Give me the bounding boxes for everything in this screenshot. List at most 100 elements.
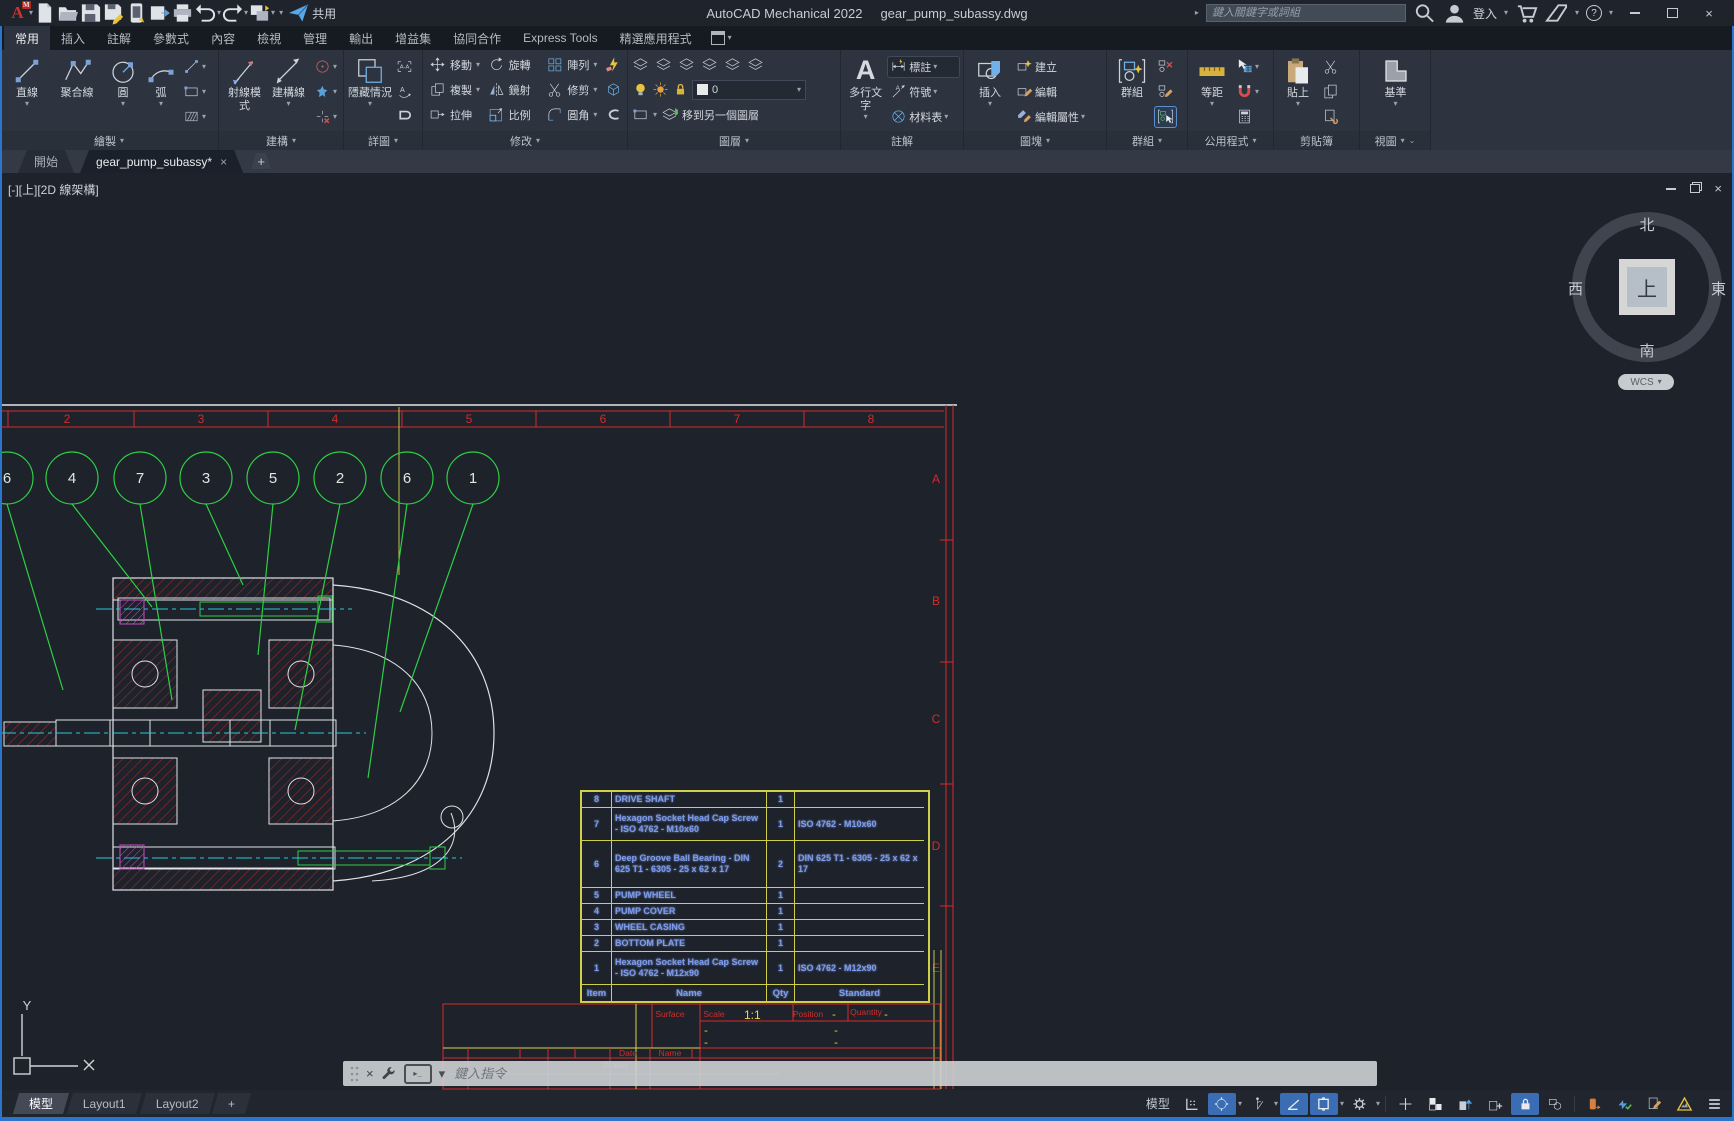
settings-caret[interactable]: ▾: [1376, 1100, 1380, 1108]
command-close-icon[interactable]: ×: [366, 1066, 374, 1081]
erase-construction-button[interactable]: ▾: [312, 107, 339, 127]
help-button[interactable]: ?: [1586, 5, 1602, 21]
group-selection-toggle[interactable]: [1155, 107, 1176, 127]
command-input[interactable]: [452, 1065, 1371, 1082]
ribbon-tab-express[interactable]: Express Tools: [512, 26, 608, 50]
paste-button[interactable]: 貼上▾: [1278, 52, 1318, 131]
insert-block-button[interactable]: 插入▾: [968, 52, 1012, 131]
qat-redo-button[interactable]: [221, 2, 244, 24]
mirror-button[interactable]: 鏡射: [486, 81, 545, 98]
bom-button[interactable]: 材料表▾: [888, 107, 959, 127]
signin-avatar[interactable]: [1443, 2, 1466, 24]
layer-on-bulb-icon[interactable]: [632, 81, 649, 98]
minimize-button[interactable]: [1620, 2, 1650, 24]
trim-button[interactable]: 修剪▾: [544, 81, 603, 98]
new-drawing-tab-button[interactable]: +: [251, 153, 271, 169]
layer-state-caret[interactable]: ▾: [653, 111, 657, 119]
move-to-layer-label[interactable]: 移到另一個圖層: [682, 107, 759, 123]
layout-tab-model[interactable]: 模型: [13, 1093, 69, 1114]
layer-isolate-icon[interactable]: [701, 56, 718, 73]
panel-detail-label[interactable]: 詳圖▾: [344, 131, 422, 150]
search-expand-arrow[interactable]: ▸: [1195, 9, 1199, 17]
viewcube-south[interactable]: 南: [1572, 340, 1722, 361]
layout-tab-layout2[interactable]: Layout2: [140, 1093, 215, 1114]
isodraft-toggle[interactable]: [1280, 1093, 1308, 1115]
base-view-button[interactable]: 基準▾: [1374, 52, 1418, 131]
qat-layout-switch-button[interactable]: [248, 2, 271, 24]
scale-button[interactable]: 比例: [486, 106, 545, 123]
qat-open-button[interactable]: [56, 2, 79, 24]
layout-tab-layout1[interactable]: Layout1: [67, 1093, 142, 1114]
group-button[interactable]: 群組: [1111, 52, 1153, 131]
table-row[interactable]: 4PUMP COVER1: [582, 904, 928, 920]
grid-display-toggle[interactable]: [1178, 1093, 1206, 1115]
layout-tab-add[interactable]: +: [212, 1093, 251, 1114]
share-label[interactable]: 共用: [312, 5, 336, 22]
table-row[interactable]: 8DRIVE SHAFT1: [582, 792, 928, 808]
edit-attributes-button[interactable]: 編輯屬性▾: [1014, 107, 1102, 127]
doc-minimize-button[interactable]: [1666, 188, 1676, 190]
group-edit-button[interactable]: [1155, 82, 1176, 102]
bom-table[interactable]: 8DRIVE SHAFT1 7Hexagon Socket Head Cap S…: [580, 790, 930, 1003]
dimension-button[interactable]: 標註▾: [888, 57, 959, 77]
table-row[interactable]: 6Deep Groove Ball Bearing - DIN 625 T1 -…: [582, 841, 928, 888]
panel-clipboard-label[interactable]: 剪貼簿: [1274, 131, 1359, 150]
power-erase-button[interactable]: [603, 56, 624, 73]
hatch-flyout-button[interactable]: ▾: [181, 107, 208, 127]
polar-caret[interactable]: ▾: [1274, 1100, 1278, 1108]
edit-block-button[interactable]: 編輯: [1014, 82, 1102, 102]
section-view-button[interactable]: [394, 57, 415, 77]
drawing-canvas[interactable]: 2 3 4 5 6 7 8 A B C D E: [0, 173, 1734, 1090]
panel-draw-label[interactable]: 繪製▾: [0, 131, 218, 150]
viewcube-top-face[interactable]: 上: [1619, 259, 1675, 315]
chamfer-clip-button[interactable]: [603, 106, 624, 123]
doc-restore-button[interactable]: [1690, 184, 1700, 193]
table-row[interactable]: 5PUMP WHEEL1: [582, 888, 928, 904]
ribbon-tab-collaborate[interactable]: 協同合作: [442, 26, 512, 50]
autodesk-apps-button[interactable]: [1545, 2, 1568, 24]
share-button[interactable]: [287, 2, 310, 24]
hide-situation-button[interactable]: 隱藏情況▾: [348, 52, 392, 131]
command-line-bar[interactable]: × ▸_ ▾: [343, 1061, 1377, 1086]
panel-annotate-label[interactable]: 註解: [841, 131, 963, 150]
object-snap-toggle[interactable]: [1310, 1093, 1338, 1115]
autodesk-apps-caret[interactable]: ▾: [1575, 9, 1579, 17]
snap-caret[interactable]: ▾: [1238, 1100, 1242, 1108]
store-button[interactable]: [1515, 2, 1538, 24]
signin-label[interactable]: 登入: [1473, 5, 1497, 22]
qat-customize-caret[interactable]: ▾: [279, 9, 283, 17]
doc-close-button[interactable]: ×: [1714, 181, 1722, 196]
annotation-monitor-button[interactable]: [1640, 1093, 1668, 1115]
auto-construction-button[interactable]: ▾: [312, 82, 339, 102]
rotate-button[interactable]: 旋轉: [486, 56, 545, 73]
maximize-button[interactable]: [1657, 2, 1687, 24]
panel-views-label[interactable]: 視圖▾⌄: [1360, 131, 1430, 150]
viewcube-north[interactable]: 北: [1572, 214, 1722, 235]
wcs-selector[interactable]: WCS▾: [1618, 374, 1674, 390]
isolate-objects-button[interactable]: [1541, 1093, 1569, 1115]
customization-menu-button[interactable]: [1700, 1093, 1728, 1115]
layer-state-icon[interactable]: [632, 106, 649, 123]
viewport-config-button[interactable]: [1421, 1093, 1449, 1115]
table-row[interactable]: 1Hexagon Socket Head Cap Screw - ISO 476…: [582, 952, 928, 985]
panel-groups-label[interactable]: 群組▾: [1107, 131, 1187, 150]
panel-modify-label[interactable]: 修改▾: [423, 131, 627, 150]
table-row[interactable]: 3WHEEL CASING1: [582, 920, 928, 936]
point-snap-button[interactable]: ▾: [1234, 82, 1261, 102]
symbol-button[interactable]: 符號▾: [888, 82, 959, 102]
search-button[interactable]: [1413, 2, 1436, 24]
panel-utilities-label[interactable]: 公用程式▾: [1188, 131, 1273, 150]
app-menu-button[interactable]: AM: [6, 2, 29, 24]
layer-selector[interactable]: 0▾: [692, 80, 806, 100]
move-to-layer-icon[interactable]: [661, 106, 678, 123]
ribbon-tab-output[interactable]: 輸出: [338, 26, 384, 50]
create-block-button[interactable]: 建立: [1014, 57, 1102, 77]
layout-switch-caret[interactable]: ▾: [271, 9, 275, 17]
layer-match-icon[interactable]: [655, 56, 672, 73]
layer-prev-icon[interactable]: [678, 56, 695, 73]
qat-open-web-button[interactable]: [148, 2, 171, 24]
table-row[interactable]: 7Hexagon Socket Head Cap Screw - ISO 476…: [582, 808, 928, 841]
osnap-caret[interactable]: ▾: [1340, 1100, 1344, 1108]
drafting-settings-button[interactable]: [1346, 1093, 1374, 1115]
close-button[interactable]: ×: [1694, 2, 1724, 24]
